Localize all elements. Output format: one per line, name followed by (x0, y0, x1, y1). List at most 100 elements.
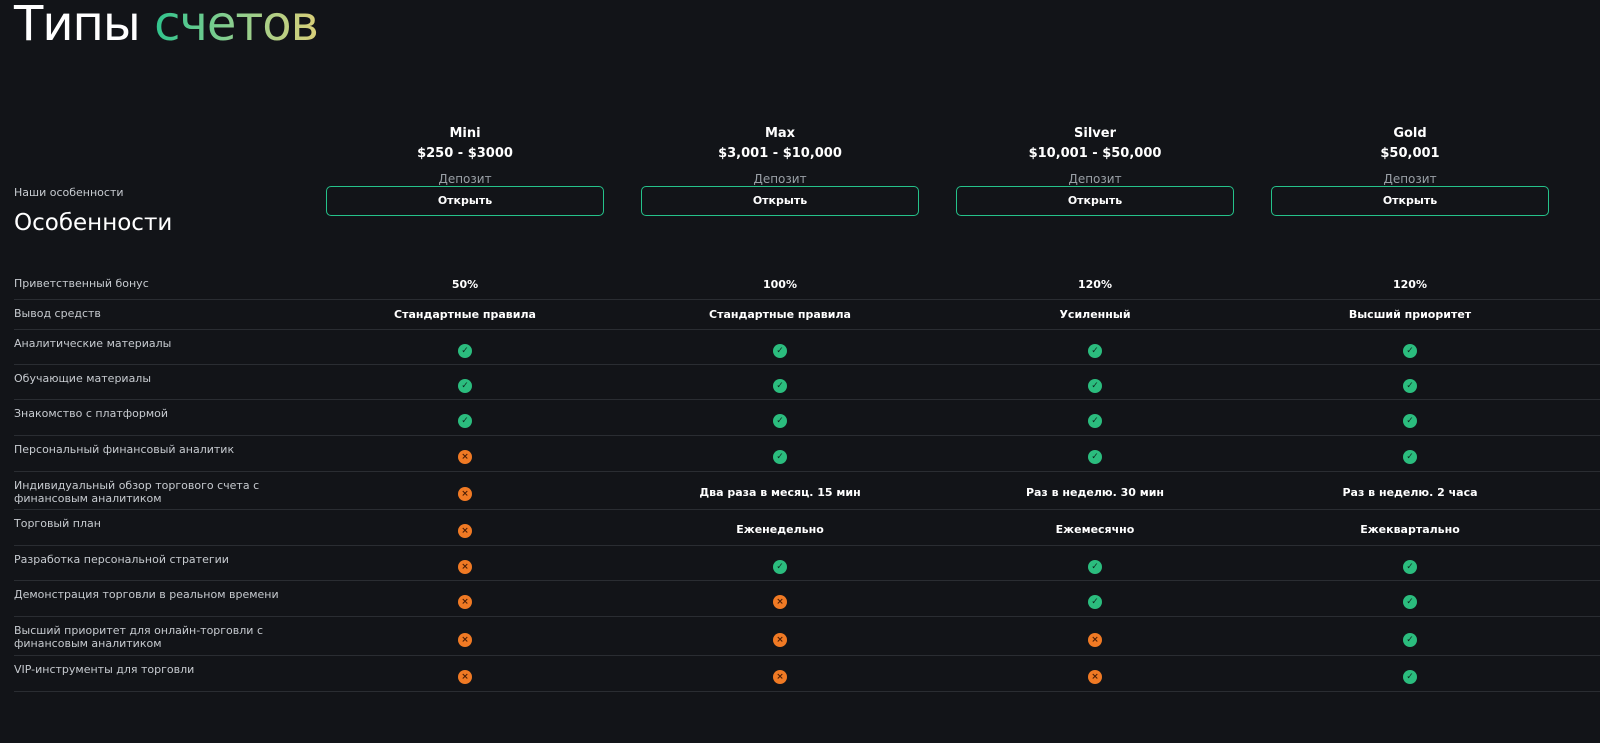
feature-cell: × (325, 486, 605, 501)
feature-cell: ✓ (955, 378, 1235, 393)
feature-cell: ✓ (640, 449, 920, 464)
feature-label: Вывод средств (14, 307, 101, 320)
feature-cell: ✓ (1270, 413, 1550, 428)
feature-cell: ✓ (955, 343, 1235, 358)
feature-label: VIP-инструменты для торговли (14, 663, 195, 676)
plan-name: Gold (1393, 126, 1427, 141)
feature-label: Приветственный бонус (14, 277, 149, 290)
open-account-button[interactable]: Открыть (641, 186, 919, 216)
plan-name: Silver (1074, 126, 1116, 141)
plans-header: Mini $250 - $3000 Депозит Открыть Max $3,001 … (320, 124, 1600, 234)
feature-cell: × (325, 594, 605, 609)
features-subtitle: Наши особенности (14, 186, 124, 199)
feature-label: Персональный финансовый аналитик (14, 443, 235, 456)
check-circle-icon: ✓ (1403, 560, 1417, 574)
check-circle-icon: ✓ (773, 414, 787, 428)
feature-label: Аналитические материалы (14, 337, 172, 350)
plan-column-gold: Gold $50,001 Депозит Открыть (1270, 124, 1550, 216)
feature-cell: × (955, 669, 1235, 684)
table-row: Разработка персональной стратегии × ✓ ✓ ✓ (14, 546, 1600, 581)
table-row: Высший приоритет для онлайн-торговли с ф… (14, 617, 1600, 656)
check-circle-icon: ✓ (773, 560, 787, 574)
open-account-button[interactable]: Открыть (326, 186, 604, 216)
check-circle-icon: ✓ (458, 414, 472, 428)
plan-deposit-range: $50,001 (1380, 146, 1440, 161)
feature-cell: ✓ (1270, 559, 1550, 574)
feature-value: Стандартные правила (394, 308, 536, 321)
feature-cell: × (955, 632, 1235, 647)
check-circle-icon: ✓ (1088, 379, 1102, 393)
check-circle-icon: ✓ (1088, 344, 1102, 358)
table-row: Аналитические материалы ✓ ✓ ✓ ✓ (14, 330, 1600, 365)
feature-value: Высший приоритет (1348, 308, 1472, 321)
check-circle-icon: ✓ (458, 344, 472, 358)
page-title-accent: счетов (154, 0, 319, 52)
plan-column-mini: Mini $250 - $3000 Депозит Открыть (325, 124, 605, 216)
plan-deposit-range: $10,001 - $50,000 (1028, 146, 1162, 161)
check-circle-icon: ✓ (1403, 414, 1417, 428)
feature-cell: × (325, 632, 605, 647)
feature-label: Индивидуальный обзор торгового счета с ф… (14, 479, 260, 505)
plan-deposit-label: Депозит (753, 172, 807, 186)
feature-cell: × (325, 669, 605, 684)
page-title-main: Типы (14, 0, 141, 52)
feature-cell: ✓ (955, 413, 1235, 428)
feature-cell: × (325, 559, 605, 574)
table-row: Приветственный бонус 50% 100% 120% 120% (14, 270, 1600, 300)
feature-cell: ✓ (640, 413, 920, 428)
check-circle-icon: ✓ (1088, 595, 1102, 609)
feature-cell: × (640, 669, 920, 684)
cross-circle-icon: × (458, 560, 472, 574)
check-circle-icon: ✓ (773, 450, 787, 464)
cross-circle-icon: × (773, 670, 787, 684)
feature-value: Усиленный (1059, 308, 1131, 321)
cross-circle-icon: × (458, 450, 472, 464)
open-account-button[interactable]: Открыть (1271, 186, 1549, 216)
feature-cell: ✓ (640, 559, 920, 574)
plan-deposit-range: $250 - $3000 (417, 146, 513, 161)
check-circle-icon: ✓ (1403, 670, 1417, 684)
plan-deposit-label: Депозит (1383, 172, 1437, 186)
table-row: VIP-инструменты для торговли × × × ✓ (14, 656, 1600, 692)
feature-value: Два раза в месяц. 15 мин (699, 486, 861, 499)
table-row: Обучающие материалы ✓ ✓ ✓ ✓ (14, 365, 1600, 400)
feature-cell: × (325, 449, 605, 464)
plan-column-silver: Silver $10,001 - $50,000 Депозит Открыть (955, 124, 1235, 216)
feature-cell: ✓ (1270, 343, 1550, 358)
plan-name: Mini (449, 126, 481, 141)
feature-cell: ✓ (955, 559, 1235, 574)
page-title: Типы счетов (14, 0, 319, 54)
open-account-button[interactable]: Открыть (956, 186, 1234, 216)
feature-cell: ✓ (640, 378, 920, 393)
feature-cell: ✓ (325, 378, 605, 393)
check-circle-icon: ✓ (1403, 595, 1417, 609)
check-circle-icon: ✓ (1088, 560, 1102, 574)
feature-cell: ✓ (1270, 449, 1550, 464)
feature-cell: ✓ (640, 343, 920, 358)
check-circle-icon: ✓ (773, 379, 787, 393)
check-circle-icon: ✓ (1088, 450, 1102, 464)
cross-circle-icon: × (1088, 633, 1102, 647)
cross-circle-icon: × (458, 595, 472, 609)
feature-value: 120% (1078, 278, 1112, 291)
cross-circle-icon: × (1088, 670, 1102, 684)
table-row: Вывод средств Стандартные правила Стандарт… (14, 300, 1600, 330)
feature-label: Демонстрация торговли в реальном времени (14, 588, 279, 601)
cross-circle-icon: × (458, 670, 472, 684)
feature-cell: ✓ (325, 413, 605, 428)
feature-value: Стандартные правила (709, 308, 851, 321)
features-table: Приветственный бонус 50% 100% 120% 120% Вывод… (14, 270, 1600, 692)
feature-cell: ✓ (955, 594, 1235, 609)
feature-label: Торговый план (14, 517, 101, 530)
feature-value: 100% (763, 278, 797, 291)
feature-label: Высший приоритет для онлайн-торговли с ф… (14, 624, 263, 650)
check-circle-icon: ✓ (1403, 633, 1417, 647)
feature-value: Раз в неделю. 30 мин (1025, 486, 1165, 499)
feature-cell: × (325, 523, 605, 538)
plan-deposit-label: Депозит (438, 172, 492, 186)
plan-deposit-label: Депозит (1068, 172, 1122, 186)
cross-circle-icon: × (458, 487, 472, 501)
feature-label: Разработка персональной стратегии (14, 553, 229, 566)
feature-cell: × (640, 594, 920, 609)
check-circle-icon: ✓ (1403, 379, 1417, 393)
